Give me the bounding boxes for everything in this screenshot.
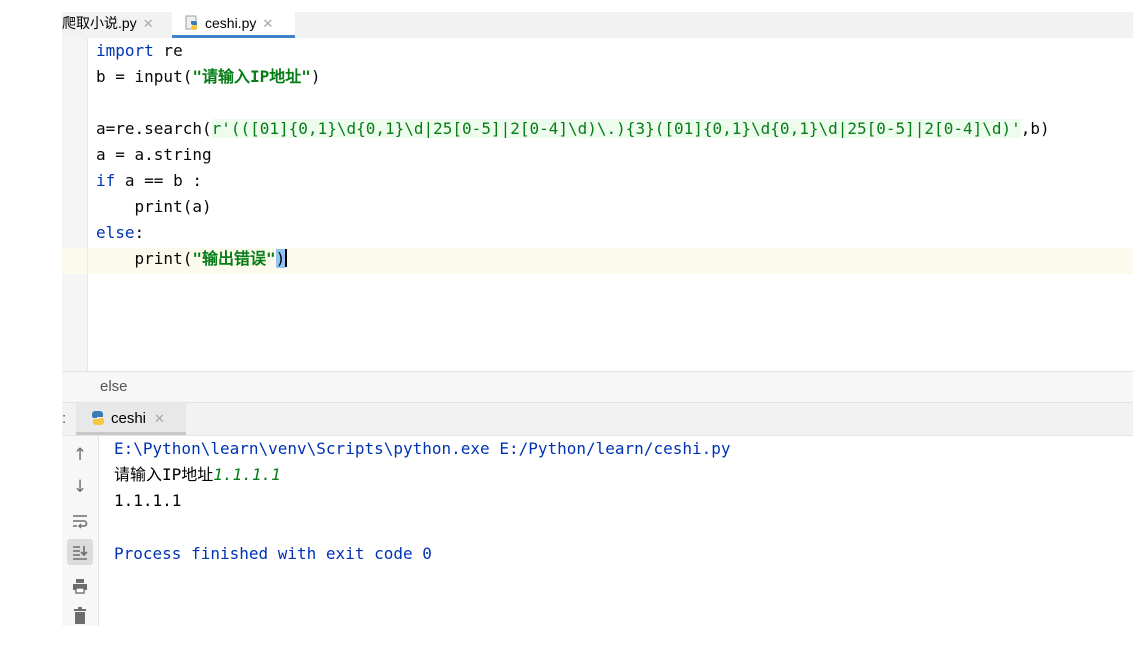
arrow-up-icon[interactable]: ↑: [67, 442, 93, 468]
editor-gutter[interactable]: [62, 38, 88, 371]
code-text: print(a): [96, 197, 212, 216]
string-literal: "输出错误": [192, 249, 276, 268]
run-tab-indicator: [76, 432, 186, 435]
regex-literal: (([01]{0,1}\d{0,1}\d|25[0-5]|2[0-4]\d)\.…: [230, 119, 1012, 138]
python-icon: [92, 411, 104, 425]
close-icon[interactable]: ✕: [262, 16, 273, 31]
breadcrumb: else: [62, 371, 1133, 403]
trash-icon[interactable]: [67, 604, 93, 630]
gutter-current-line: [62, 248, 87, 274]
tab-ceshi-file[interactable]: ceshi.py ✕: [172, 12, 295, 38]
keyword: if: [96, 171, 116, 190]
tab-label: 爬取小说.py: [62, 15, 137, 31]
console-prompt: 请输入IP地址: [114, 465, 214, 484]
code-line-8: else:: [96, 220, 144, 246]
arrow-down-icon[interactable]: ↓: [67, 474, 93, 500]
keyword: else: [96, 223, 135, 242]
code-line-5: a = a.string: [96, 142, 212, 168]
code-editor[interactable]: import re b = input("请输入IP地址") a=re.sear…: [88, 38, 1133, 371]
run-tab-ceshi[interactable]: ceshi ✕: [76, 403, 186, 435]
console-exit-message: Process finished with exit code 0: [114, 544, 432, 563]
code-text: print(: [96, 249, 193, 268]
close-icon[interactable]: ✕: [154, 411, 165, 426]
string-literal: "请输入IP地址": [192, 67, 311, 86]
code-text: :: [134, 223, 145, 242]
code-line-6: if a == b :: [96, 168, 202, 194]
code-text: b = input(: [96, 67, 193, 86]
python-file-icon: [185, 15, 197, 30]
code-text: a = a.string: [96, 145, 212, 164]
regex-suffix: ': [1011, 119, 1021, 138]
keyword: import: [96, 41, 154, 60]
console-command-line: E:\Python\learn\venv\Scripts\python.exe …: [114, 439, 731, 458]
run-toolbar: ↑ ↓: [62, 436, 99, 626]
code-text: ): [310, 67, 321, 86]
run-console-output[interactable]: E:\Python\learn\venv\Scripts\python.exe …: [99, 436, 1133, 626]
console-user-input: 1.1.1.1: [213, 465, 281, 484]
run-tool-window-header: : ceshi ✕: [62, 403, 1133, 436]
console-output-line: 1.1.1.1: [114, 491, 182, 510]
code-text: a=re.search(: [96, 119, 212, 138]
breadcrumb-item-else[interactable]: else: [100, 378, 128, 395]
print-icon[interactable]: [67, 573, 93, 599]
matched-bracket: ): [275, 249, 286, 268]
text-caret: [285, 249, 288, 267]
console-input-line: 请输入IP地址1.1.1.1: [114, 462, 281, 488]
editor-tab-bar: 爬取小说.py ✕ ceshi.py ✕: [62, 12, 1133, 39]
code-line-9: print("输出错误"): [96, 246, 288, 272]
code-text: re: [153, 41, 183, 60]
code-line-2: b = input("请输入IP地址"): [96, 64, 321, 90]
tab-pachong-file[interactable]: 爬取小说.py ✕: [62, 12, 154, 38]
code-text: ,b): [1020, 119, 1050, 138]
close-icon[interactable]: ✕: [143, 16, 154, 31]
run-tab-label: ceshi: [111, 410, 147, 427]
tab-label: ceshi.py: [205, 15, 257, 31]
scroll-to-end-icon[interactable]: [67, 539, 93, 565]
code-text: a == b :: [115, 171, 202, 190]
code-line-4: a=re.search(r'(([01]{0,1}\d{0,1}\d|25[0-…: [96, 116, 1050, 142]
regex-prefix: r': [211, 119, 231, 138]
run-label: :: [62, 410, 67, 427]
soft-wrap-icon[interactable]: [67, 508, 93, 534]
code-line-1: import re: [96, 38, 183, 64]
code-line-7: print(a): [96, 194, 212, 220]
